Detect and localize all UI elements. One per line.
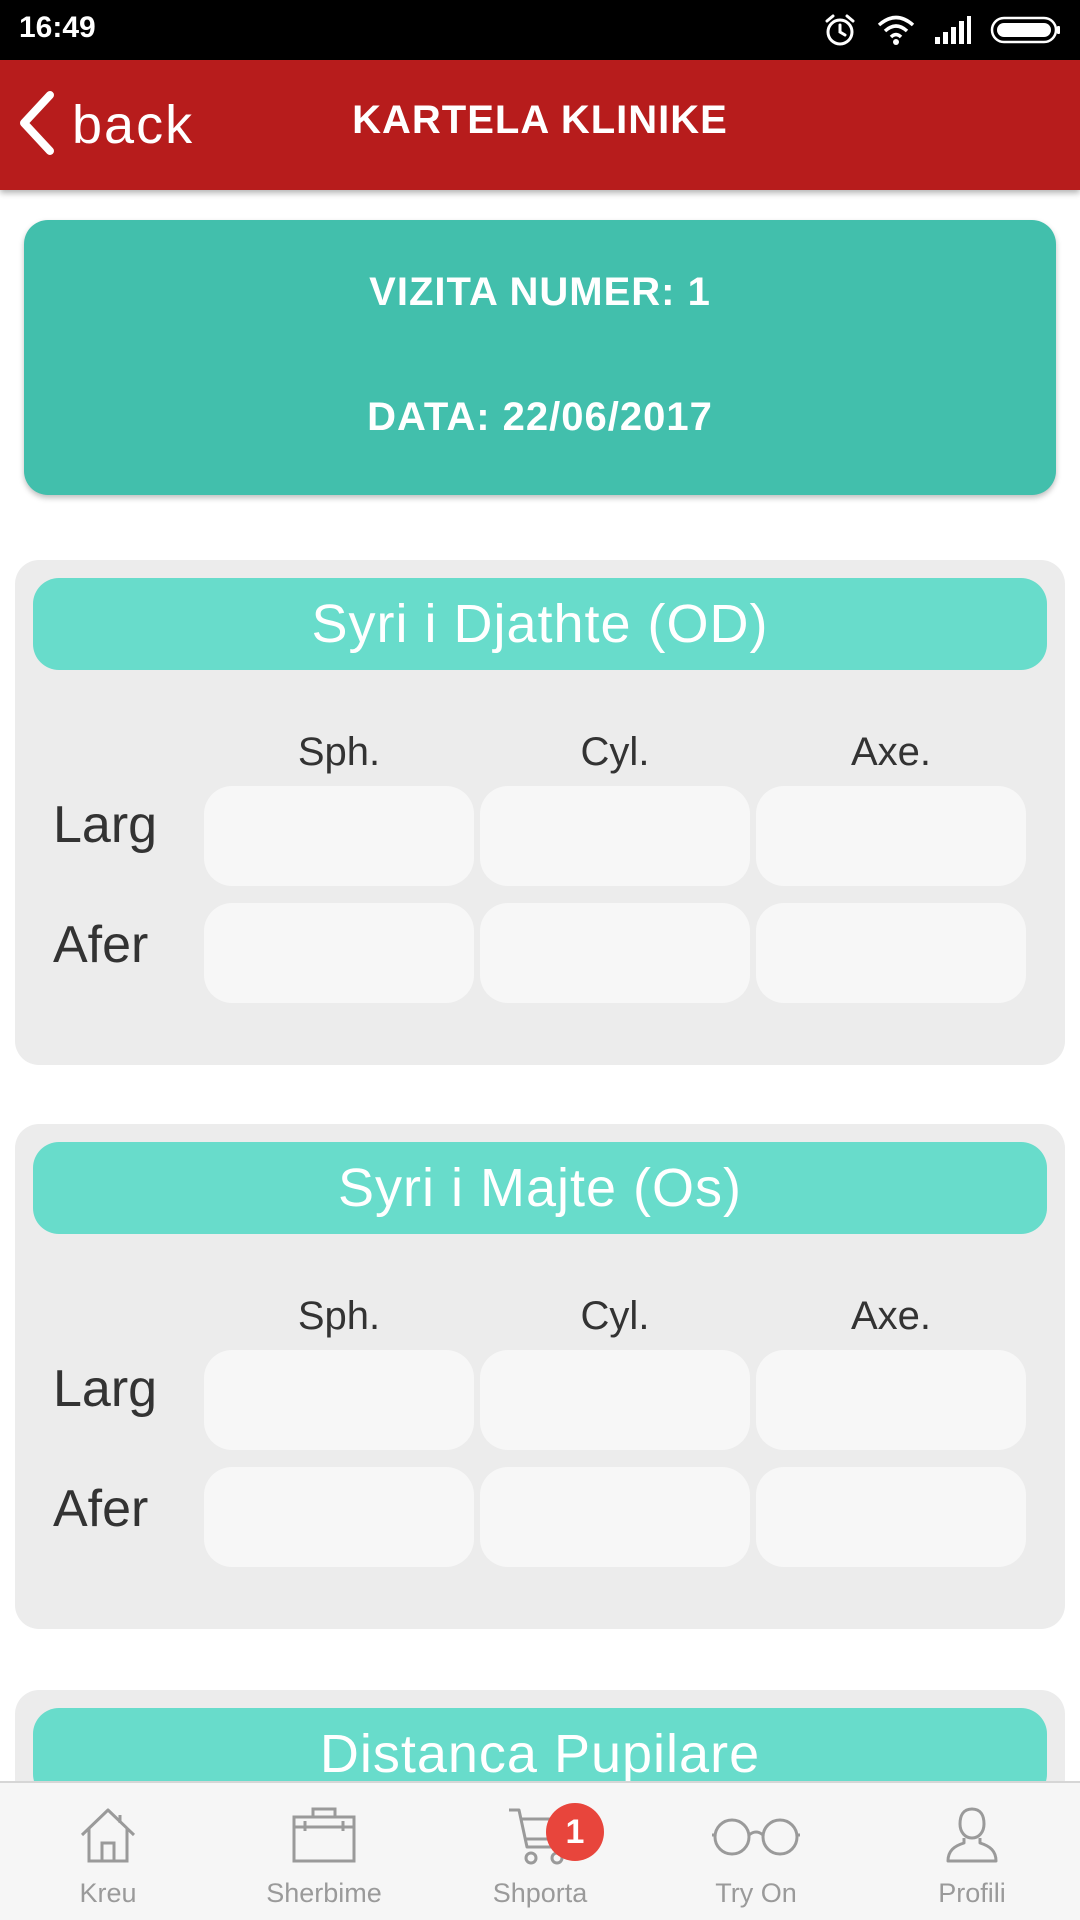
visit-number: VIZITA NUMER: 1	[369, 270, 711, 314]
right-eye-panel: Syri i Djathte (OD) Sph. Cyl. Axe. Larg …	[15, 560, 1065, 1065]
right-larg-axe-input[interactable]	[756, 786, 1026, 886]
nav-label-try-on: Try On	[715, 1878, 797, 1908]
chevron-left-icon	[16, 90, 56, 160]
larg-row-label: Larg	[53, 796, 158, 854]
nav-item-kreu[interactable]: Kreu	[0, 1783, 216, 1920]
cyl-column-label: Cyl.	[580, 1294, 650, 1338]
bottom-nav: Kreu Sherbime Shporta Try On Profili	[0, 1781, 1080, 1920]
axe-column-label: Axe.	[850, 1294, 932, 1338]
left-larg-axe-input[interactable]	[756, 1350, 1026, 1450]
left-larg-cyl-input[interactable]	[480, 1350, 750, 1450]
visit-card: VIZITA NUMER: 1 DATA: 22/06/2017	[24, 220, 1056, 495]
cart-badge: 1	[546, 1803, 604, 1861]
status-icons	[822, 8, 1062, 52]
afer-row-label: Afer	[53, 1480, 149, 1538]
left-eye-panel: Syri i Majte (Os) Sph. Cyl. Axe. Larg Af…	[15, 1124, 1065, 1629]
app-bar: back KARTELA KLINIKE	[0, 60, 1080, 190]
right-larg-sph-input[interactable]	[204, 786, 474, 886]
battery-icon	[990, 15, 1062, 45]
left-larg-sph-input[interactable]	[204, 1350, 474, 1450]
briefcase-icon	[216, 1805, 432, 1867]
visit-date: DATA: 22/06/2017	[367, 395, 713, 439]
right-eye-header: Syri i Djathte (OD)	[33, 578, 1047, 670]
nav-item-try-on[interactable]: Try On	[648, 1783, 864, 1920]
cart-icon	[432, 1805, 648, 1867]
status-time: 16:49	[19, 11, 96, 44]
right-larg-cyl-input[interactable]	[480, 786, 750, 886]
axe-column-label: Axe.	[850, 730, 932, 774]
wifi-icon	[876, 14, 916, 46]
nav-label-sherbime: Sherbime	[266, 1878, 382, 1908]
back-label: back	[72, 95, 195, 155]
nav-label-shporta: Shporta	[492, 1878, 588, 1908]
right-afer-axe-input[interactable]	[756, 903, 1026, 1003]
cyl-column-label: Cyl.	[580, 730, 650, 774]
left-afer-cyl-input[interactable]	[480, 1467, 750, 1567]
right-afer-sph-input[interactable]	[204, 903, 474, 1003]
home-icon	[0, 1805, 216, 1867]
profile-icon	[864, 1805, 1080, 1867]
status-bar: 16:49	[0, 0, 1080, 60]
alarm-icon	[822, 12, 858, 48]
nav-label-kreu: Kreu	[79, 1878, 137, 1908]
nav-label-profili: Profili	[938, 1878, 1006, 1908]
afer-row-label: Afer	[53, 916, 149, 974]
right-afer-cyl-input[interactable]	[480, 903, 750, 1003]
nav-item-sherbime[interactable]: Sherbime	[216, 1783, 432, 1920]
glasses-icon	[648, 1805, 864, 1867]
nav-item-profili[interactable]: Profili	[864, 1783, 1080, 1920]
nav-item-shporta[interactable]: Shporta	[432, 1783, 648, 1920]
left-eye-header: Syri i Majte (Os)	[33, 1142, 1047, 1234]
back-button[interactable]: back	[16, 88, 194, 162]
sph-column-label: Sph.	[297, 1294, 381, 1338]
left-afer-sph-input[interactable]	[204, 1467, 474, 1567]
larg-row-label: Larg	[53, 1360, 158, 1418]
sph-column-label: Sph.	[297, 730, 381, 774]
left-afer-axe-input[interactable]	[756, 1467, 1026, 1567]
signal-icon	[934, 15, 972, 45]
